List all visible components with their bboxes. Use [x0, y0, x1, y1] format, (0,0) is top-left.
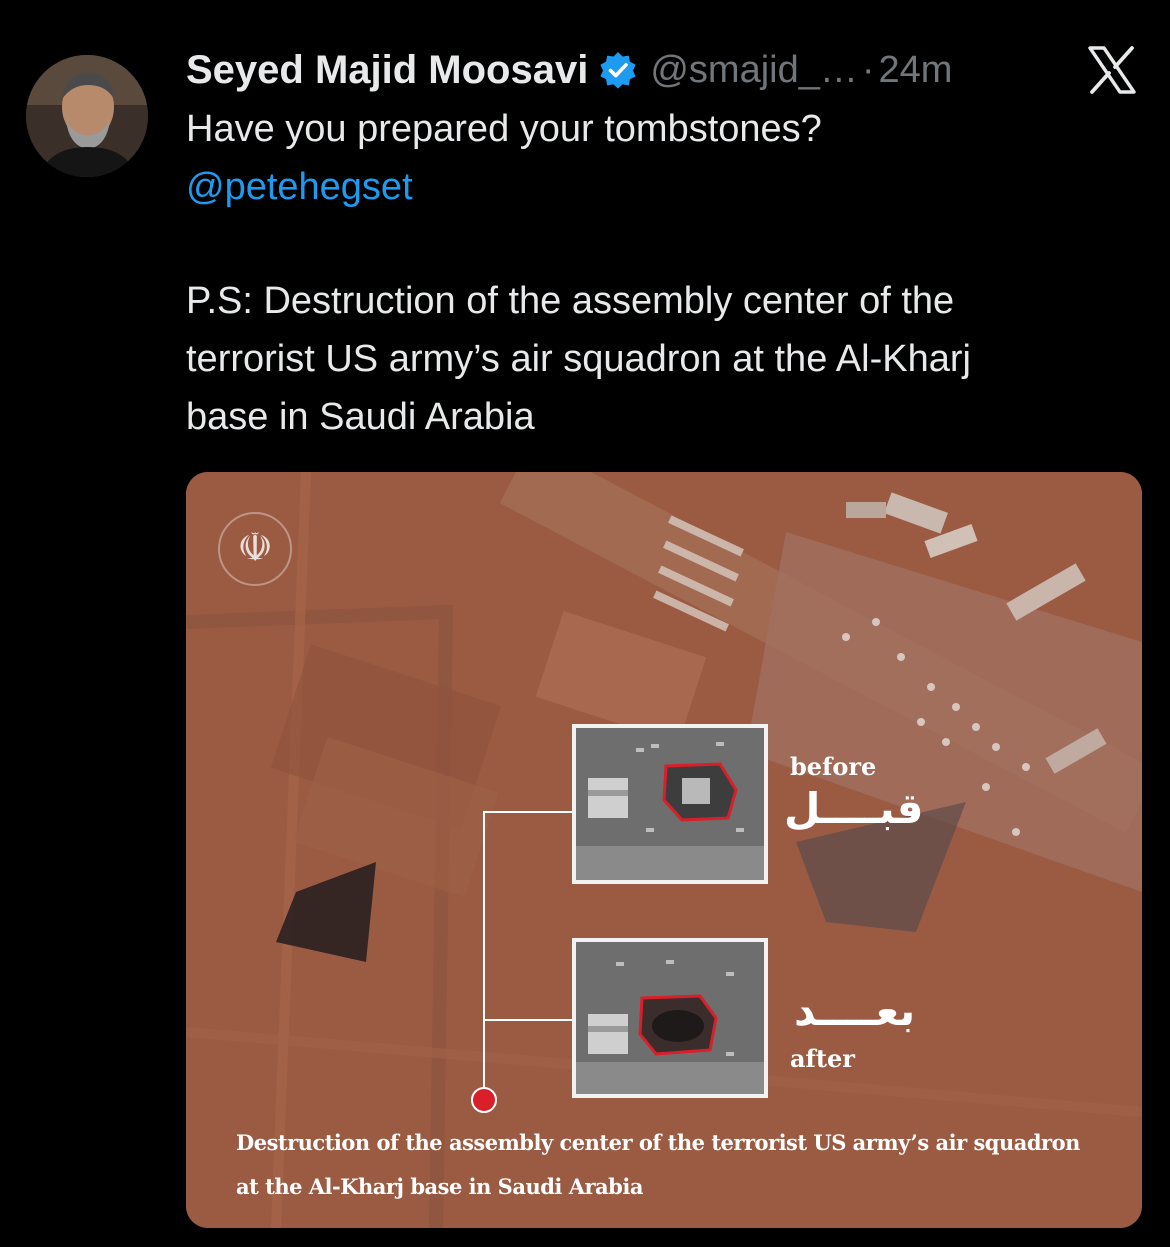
mention-link[interactable]: @petehegset: [186, 158, 413, 216]
tweet-header: Seyed Majid Moosavi @smajid_… · 24m: [186, 40, 952, 100]
before-label-en: before: [790, 752, 877, 781]
tweet-text-line: base in Saudi Arabia: [186, 396, 535, 438]
media-caption-line: Destruction of the assembly center of th…: [236, 1130, 1080, 1155]
author-name[interactable]: Seyed Majid Moosavi: [186, 48, 588, 93]
before-inset-image: [572, 724, 768, 884]
iran-emblem-icon: ☫: [218, 512, 292, 586]
after-label-ar: بعــــد: [794, 986, 916, 1035]
tweet-text-line: terrorist US army’s air squadron at the …: [186, 338, 971, 380]
author-handle[interactable]: @smajid_…: [650, 49, 858, 92]
tweet-text-line: P.S: Destruction of the assembly center …: [186, 280, 955, 322]
after-inset-image: [572, 938, 768, 1098]
author-avatar[interactable]: [26, 55, 148, 177]
x-logo-icon[interactable]: [1086, 44, 1138, 96]
media-caption-line: at the Al-Kharj base in Saudi Arabia: [236, 1174, 643, 1199]
separator-dot: ·: [861, 48, 875, 91]
tweet-timestamp[interactable]: 24m: [879, 49, 953, 92]
verified-badge-icon: [600, 52, 636, 89]
tweet-media-image[interactable]: ☫ before قبــــل بعــــد after Destructi…: [186, 472, 1142, 1228]
tweet-text-line: Have you prepared your tombstones?: [186, 108, 822, 150]
after-label-en: after: [790, 1044, 855, 1073]
before-label-ar: قبــــل: [784, 784, 924, 833]
